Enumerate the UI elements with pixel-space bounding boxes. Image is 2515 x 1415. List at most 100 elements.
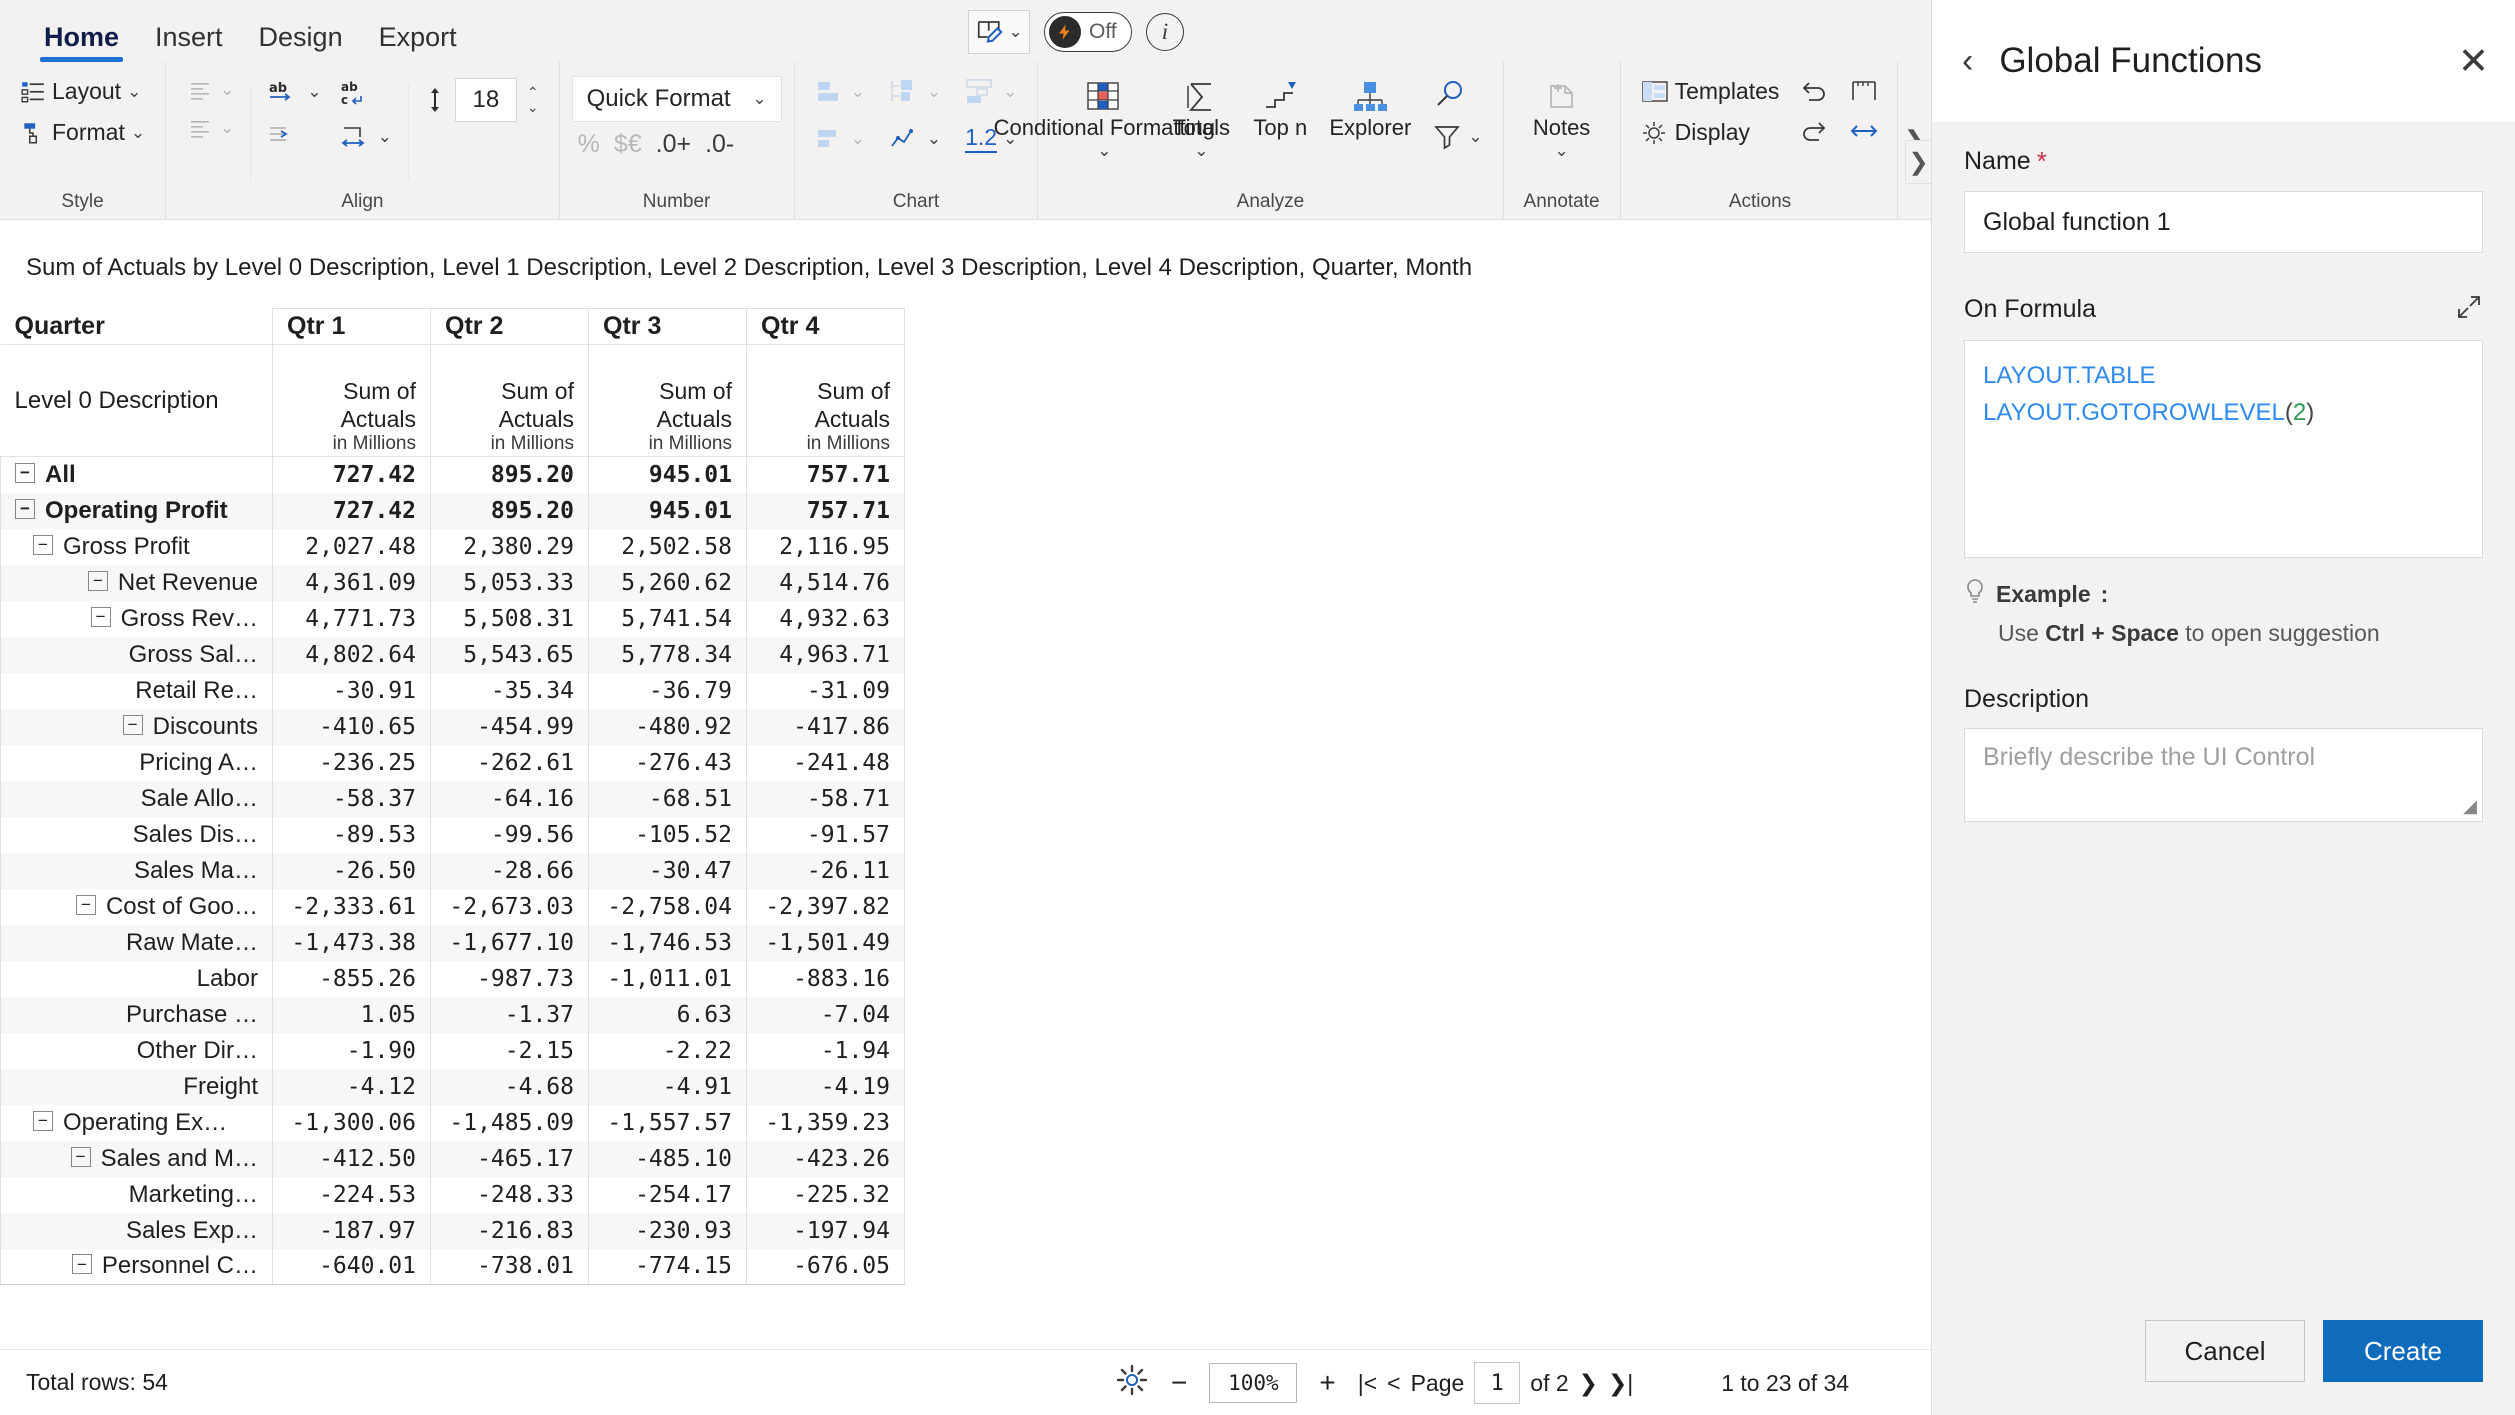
row-label-cell[interactable]: − Net Revenue [0,564,273,601]
value-cell[interactable]: -241.48 [746,744,905,781]
settings-gear-icon[interactable] [1115,1363,1149,1403]
row-expander-icon[interactable]: − [87,570,108,591]
value-cell[interactable]: -2,758.04 [588,888,747,925]
value-cell[interactable]: -485.10 [588,1140,747,1177]
value-cell[interactable]: 6.63 [588,996,747,1033]
previous-page-button[interactable]: < [1387,1370,1400,1397]
value-cell[interactable]: -1,677.10 [430,924,589,961]
indent-increase-button[interactable] [259,116,329,152]
row-height-value[interactable]: 18 [454,78,517,122]
row-label-cell[interactable]: Sales Ma… [0,852,273,889]
table-row[interactable]: Sales Ma… -26.50 -28.66 -30.47 -26.11 [0,852,905,889]
value-cell[interactable]: -26.11 [746,852,905,889]
page-number-input[interactable]: 1 [1474,1362,1521,1404]
value-cell[interactable]: -855.26 [272,960,431,997]
value-cell[interactable]: -774.15 [588,1248,747,1285]
sparkline-button[interactable]: ⌄ [881,122,949,156]
panel-collapse-handle[interactable]: ❯ [1905,140,1931,184]
row-label-cell[interactable]: − Cost of Goo… [0,888,273,925]
quick-format-dropdown[interactable]: Quick Format ⌄ [571,76,782,122]
value-cell[interactable]: 5,543.65 [430,636,589,673]
waterfall-chart-button[interactable]: ⌄ [807,122,873,156]
value-cell[interactable]: 895.20 [430,456,589,493]
row-label-cell[interactable]: Pricing A… [0,744,273,781]
value-cell[interactable]: -64.16 [430,780,589,817]
value-cell[interactable]: -224.53 [272,1176,431,1213]
value-cell[interactable]: -1,011.01 [588,960,747,997]
row-label-cell[interactable]: Retail Re… [0,672,273,709]
table-row[interactable]: Raw Mate… -1,473.38 -1,677.10 -1,746.53 -1,5… [0,924,905,961]
value-cell[interactable]: -58.37 [272,780,431,817]
value-cell[interactable]: 1.05 [272,996,431,1033]
value-cell[interactable]: -68.51 [588,780,747,817]
zoom-out-button[interactable]: − [1167,1367,1191,1399]
value-cell[interactable]: -2,673.03 [430,888,589,925]
row-label-cell[interactable]: Gross Sal… [0,636,273,673]
table-row[interactable]: − Gross Profit 2,027.48 2,380.29 2,502.58 2,1… [0,528,905,565]
value-cell[interactable]: -4.12 [272,1068,431,1105]
row-label-cell[interactable]: Purchase … [0,996,273,1033]
value-cell[interactable]: 4,963.71 [746,636,905,673]
value-cell[interactable]: -58.71 [746,780,905,817]
table-row[interactable]: − Cost of Goo… -2,333.61 -2,673.03 -2,758.04… [0,888,905,925]
name-input[interactable] [1964,191,2483,253]
next-page-button[interactable]: ❯ [1579,1370,1598,1397]
value-cell[interactable]: -423.26 [746,1140,905,1177]
row-label-cell[interactable]: Other Dir… [0,1032,273,1069]
measure-button[interactable] [1841,74,1887,108]
table-row[interactable]: Purchase … 1.05 -1.37 6.63 -7.04 [0,996,905,1033]
value-cell[interactable]: 5,053.33 [430,564,589,601]
table-row[interactable]: Gross Sal… 4,802.64 5,543.65 5,778.34 4,963.… [0,636,905,673]
table-row[interactable]: − Operating Ex… -1,300.06 -1,485.09 -1,557.5… [0,1104,905,1141]
value-cell[interactable]: -1.37 [430,996,589,1033]
value-cell[interactable]: -412.50 [272,1140,431,1177]
value-cell[interactable]: -640.01 [272,1248,431,1285]
value-cell[interactable]: -2.15 [430,1032,589,1069]
stepper-arrows[interactable]: ⌃ ⌄ [527,85,539,113]
formula-editor[interactable]: LAYOUT.TABLE LAYOUT.GOTOROWLEVEL(2) [1964,340,2483,558]
value-cell[interactable]: 4,771.73 [272,600,431,637]
value-cell[interactable]: -31.09 [746,672,905,709]
table-row[interactable]: − Discounts -410.65 -454.99 -480.92 -417.86 [0,708,905,745]
value-cell[interactable]: 5,260.62 [588,564,747,601]
tree-chart-button[interactable]: ⌄ [881,74,949,110]
row-expander-icon[interactable]: − [15,498,35,519]
value-cell[interactable]: -1,746.53 [588,924,747,961]
row-label-cell[interactable]: − Gross Profit [0,528,273,565]
tab-home[interactable]: Home [26,22,137,62]
value-cell[interactable]: -105.52 [588,816,747,853]
table-row[interactable]: Freight -4.12 -4.68 -4.91 -4.19 [0,1068,905,1105]
align-text-button[interactable]: ⌄ [178,74,242,106]
value-cell[interactable]: 2,027.48 [272,528,431,565]
value-cell[interactable]: -738.01 [430,1248,589,1285]
value-cell[interactable]: -1.90 [272,1032,431,1069]
value-cell[interactable]: 5,778.34 [588,636,747,673]
cancel-button[interactable]: Cancel [2145,1320,2305,1382]
value-cell[interactable]: -36.79 [588,672,747,709]
table-row[interactable]: Pricing A… -236.25 -262.61 -276.43 -241.48 [0,744,905,781]
tab-export[interactable]: Export [361,22,475,62]
increase-decimal-icon[interactable]: .0+ [656,130,691,159]
row-height-stepper[interactable]: 18 ⌃ ⌄ [417,74,547,126]
value-cell[interactable]: -2,397.82 [746,888,905,925]
column-header-qtr3[interactable]: Qtr 3 [588,308,747,345]
chevron-down-icon[interactable]: ⌄ [527,99,539,113]
value-cell[interactable]: 4,361.09 [272,564,431,601]
resize-grip-icon[interactable]: ◢ [2463,796,2477,817]
value-cell[interactable]: 4,802.64 [272,636,431,673]
value-cell[interactable]: -254.17 [588,1176,747,1213]
row-label-cell[interactable]: − Sales and M… [0,1140,273,1177]
table-row[interactable]: Sales Dis… -89.53 -99.56 -105.52 -91.57 [0,816,905,853]
row-label-cell[interactable]: Sales Dis… [0,816,273,853]
row-label-cell[interactable]: Sale Allo… [0,780,273,817]
row-label-cell[interactable]: − Operating Ex… [0,1104,273,1141]
value-cell[interactable]: 727.42 [272,456,431,493]
align-indent-button[interactable]: ⌄ [178,112,242,144]
text-direction-button[interactable]: ab ⌄ [259,74,329,110]
value-cell[interactable]: -2.22 [588,1032,747,1069]
value-cell[interactable]: -99.56 [430,816,589,853]
description-textarea[interactable]: Briefly describe the UI Control ◢ [1964,728,2483,822]
live-toggle[interactable]: Off [1044,12,1132,52]
row-label-cell[interactable]: − Gross Rev… [0,600,273,637]
last-page-button[interactable]: ❯| [1608,1370,1633,1397]
